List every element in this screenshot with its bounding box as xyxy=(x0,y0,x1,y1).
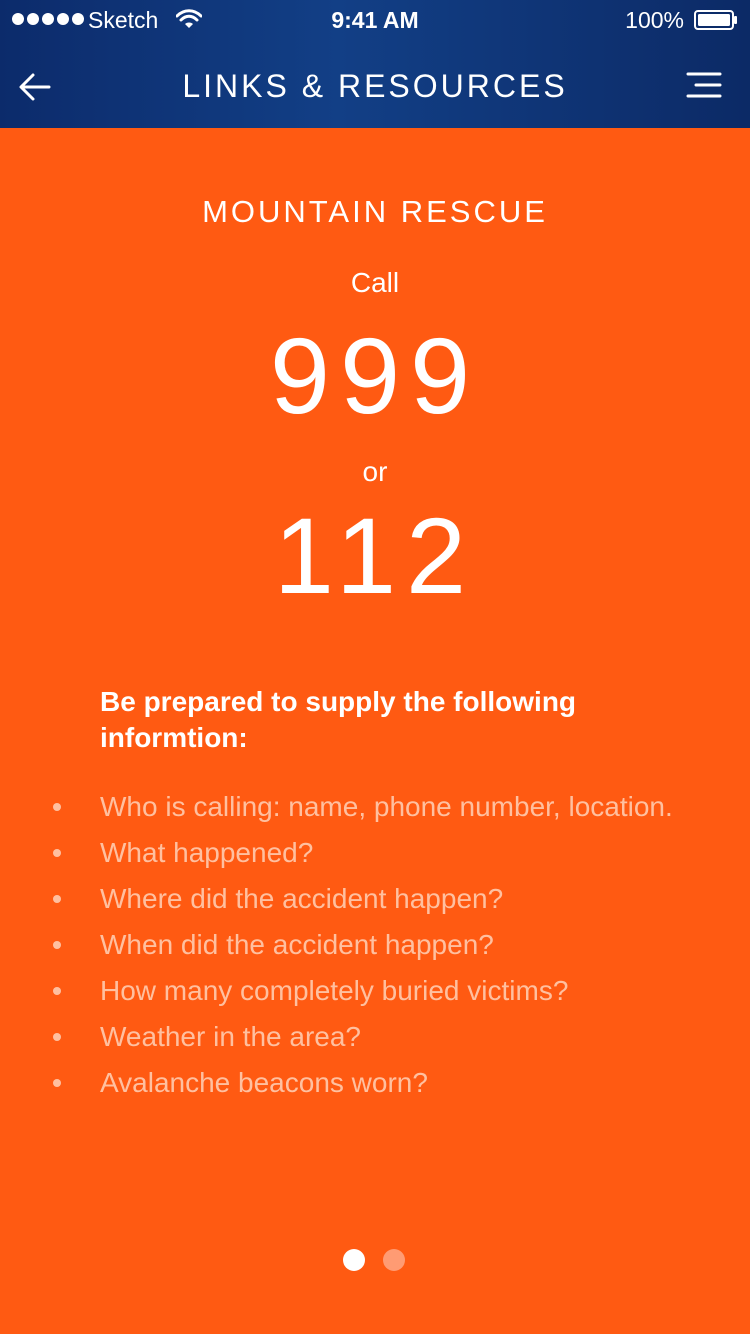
page-dot-1-active[interactable] xyxy=(343,1249,365,1271)
navigation-row: LINKS & RESOURCES xyxy=(0,54,750,118)
page-title: LINKS & RESOURCES xyxy=(182,68,568,104)
emergency-number-999[interactable]: 999 xyxy=(0,321,750,431)
list-item-text: Who is calling: name, phone number, loca… xyxy=(100,791,673,822)
list-item-text: Where did the accident happen? xyxy=(100,883,504,914)
battery-icon xyxy=(694,10,737,30)
bullet-icon xyxy=(53,895,61,903)
list-item: When did the accident happen? xyxy=(50,922,690,968)
list-item-text: How many completely buried victims? xyxy=(100,975,569,1006)
bullet-icon xyxy=(53,1033,61,1041)
list-item-text: Weather in the area? xyxy=(100,1021,361,1052)
status-bar: Sketch 9:41 AM 100% xyxy=(0,0,750,40)
list-item: Avalanche beacons worn? xyxy=(50,1060,690,1106)
required-information-list: Who is calling: name, phone number, loca… xyxy=(50,784,690,1106)
list-item: Who is calling: name, phone number, loca… xyxy=(50,784,690,830)
bullet-icon xyxy=(53,803,61,811)
page-dot-2[interactable] xyxy=(383,1249,405,1271)
list-item-text: What happened? xyxy=(100,837,314,868)
mountain-rescue-screen: Sketch 9:41 AM 100% LINKS & RESOURCES MO… xyxy=(0,0,750,1334)
list-item: Where did the accident happen? xyxy=(50,876,690,922)
hamburger-menu-icon[interactable] xyxy=(686,70,722,100)
list-item: How many completely buried victims? xyxy=(50,968,690,1014)
top-navigation: Sketch 9:41 AM 100% LINKS & RESOURCES xyxy=(0,0,750,128)
section-title: MOUNTAIN RESCUE xyxy=(202,194,548,229)
bullet-icon xyxy=(53,849,61,857)
call-label: Call xyxy=(350,267,400,298)
bullet-icon xyxy=(53,1079,61,1087)
list-item-text: When did the accident happen? xyxy=(100,929,494,960)
bullet-icon xyxy=(53,987,61,995)
page-indicator xyxy=(343,1249,405,1271)
bullet-icon xyxy=(53,941,61,949)
emergency-number-112[interactable]: 112 xyxy=(0,501,750,611)
list-item: What happened? xyxy=(50,830,690,876)
preparation-heading: Be prepared to supply the following info… xyxy=(100,686,577,753)
or-label: or xyxy=(362,456,388,487)
list-item: Weather in the area? xyxy=(50,1014,690,1060)
list-item-text: Avalanche beacons worn? xyxy=(100,1067,428,1098)
battery-percentage: 100% xyxy=(625,7,684,33)
